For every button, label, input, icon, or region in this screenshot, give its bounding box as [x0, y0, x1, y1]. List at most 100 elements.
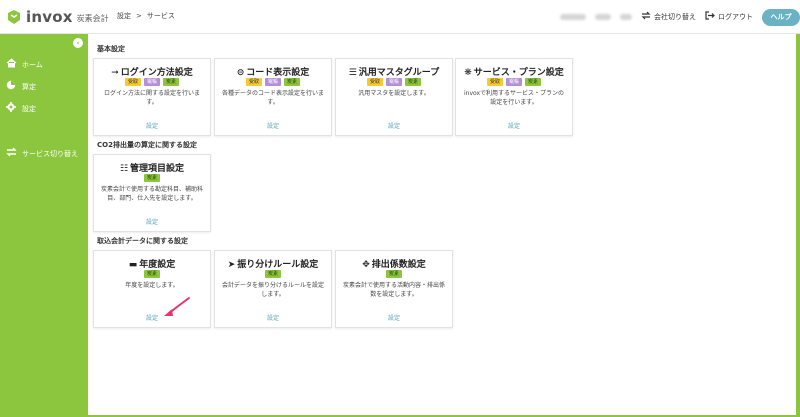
service-tags: 炭素 — [94, 174, 210, 182]
breadcrumb-separator: > — [136, 12, 142, 20]
service-tags: 炭素 — [336, 270, 452, 278]
card-settings-link[interactable]: 設定 — [94, 121, 210, 130]
grid-icon: ✥ — [362, 260, 370, 270]
card-emission-factor-settings[interactable]: ✥ 排出係数設定 炭素 炭素会計で使用する活動内容・排出係数を設定します。 設定 — [335, 250, 453, 328]
help-button[interactable]: ヘルプ — [762, 8, 800, 26]
card-code-display-settings[interactable]: ⊝ コード表示設定 受取 電帳 炭素 各種データのコード表示設定を行います。 設定 — [214, 58, 332, 136]
tag-carbon: 炭素 — [525, 78, 542, 86]
card-settings-link[interactable]: 設定 — [456, 121, 572, 130]
sidebar-item-calculation[interactable]: 算定 — [5, 80, 36, 93]
tag-receive: 受取 — [245, 78, 262, 86]
logo-text: invox — [26, 8, 73, 26]
tag-carbon: 炭素 — [385, 270, 402, 278]
logout-label: ログアウト — [718, 13, 753, 21]
sidebar-item-label: 算定 — [22, 82, 36, 91]
blurred-user-info — [620, 14, 632, 20]
tag-denchou: 電帳 — [143, 78, 160, 86]
card-description: invoxで利用するサービス・プランの設定を行います。 — [463, 90, 565, 106]
tag-carbon: 炭素 — [405, 78, 422, 86]
switch-company-link[interactable]: 会社切り替え — [641, 11, 696, 23]
logo-subtitle: 炭素会計 — [76, 14, 109, 23]
tag-denchou: 電帳 — [505, 78, 522, 86]
card-title: ❋ サービス・プラン設定 — [464, 68, 564, 78]
section-title-basic: 基本設定 — [97, 45, 125, 53]
breadcrumb-current: サービス — [146, 12, 175, 20]
gear-icon: ❋ — [464, 68, 472, 78]
tag-receive: 受取 — [124, 78, 141, 86]
logout-link[interactable]: ログアウト — [705, 11, 753, 23]
service-tags: 受取 電帳 炭素 — [94, 78, 210, 86]
sidebar: ‹ ホーム 算定 設定 サービス切り替え — [0, 34, 88, 417]
card-title: ▬ 年度設定 — [128, 260, 176, 270]
tag-receive: 受取 — [366, 78, 383, 86]
tag-denchou: 電帳 — [264, 78, 281, 86]
logo[interactable]: invox 炭素会計 — [6, 8, 109, 26]
service-tags: 受取 電帳 炭素 — [215, 78, 331, 86]
service-tags: 受取 電帳 炭素 — [336, 78, 452, 86]
card-settings-link[interactable]: 設定 — [94, 217, 210, 226]
sidebar-item-label: 設定 — [22, 104, 36, 113]
card-general-master-group[interactable]: ☰ 汎用マスタグループ 受取 電帳 炭素 汎用マスタを設定します。 設定 — [335, 58, 453, 136]
card-service-plan-settings[interactable]: ❋ サービス・プラン設定 受取 電帳 炭素 invoxで利用するサービス・プランの… — [455, 58, 573, 136]
sidebar-item-label: サービス切り替え — [22, 149, 78, 158]
tag-carbon: 炭素 — [163, 78, 180, 86]
tag-carbon: 炭素 — [143, 270, 160, 278]
card-description: 炭素会計で使用する勘定科目、補助科目、部門、仕入先を設定します。 — [100, 186, 203, 202]
card-management-item-settings[interactable]: ☷ 管理項目設定 炭素 炭素会計で使用する勘定科目、補助科目、部門、仕入先を設定し… — [93, 154, 211, 232]
card-title: ➤ 振り分けルール設定 — [227, 260, 319, 270]
tag-denchou: 電帳 — [385, 78, 402, 86]
sidebar-item-service-switch[interactable]: サービス切り替え — [5, 147, 78, 160]
list-icon: ☰ — [348, 68, 357, 78]
minus-circle-icon: ⊝ — [236, 68, 245, 78]
breadcrumb: 設定 > サービス — [117, 11, 175, 21]
sidebar-item-home[interactable]: ホーム — [5, 58, 43, 71]
branch-icon: ➤ — [227, 260, 236, 270]
switch-company-label: 会社切り替え — [654, 13, 696, 21]
card-settings-link[interactable]: 設定 — [336, 121, 452, 130]
logo-mark-icon — [6, 9, 22, 25]
card-title: ✥ 排出係数設定 — [362, 260, 426, 270]
card-title: ☰ 汎用マスタグループ — [348, 68, 440, 78]
card-title: ☷ 管理項目設定 — [119, 164, 185, 174]
card-settings-link[interactable]: 設定 — [215, 313, 331, 322]
tag-receive: 受取 — [486, 78, 503, 86]
card-title: ⊝ コード表示設定 — [236, 68, 310, 78]
top-header: invox 炭素会計 設定 > サービス 会社切り替え ログアウト ヘルプ — [0, 0, 800, 34]
login-icon: ➞ — [111, 68, 119, 78]
card-login-settings[interactable]: ➞ ログイン方法設定 受取 電帳 炭素 ログイン方法に関する設定を行います。 設定 — [93, 58, 211, 136]
service-tags: 炭素 — [215, 270, 331, 278]
section-title-accounting-data: 取込会計データに関する設定 — [97, 237, 188, 245]
card-title: ➞ ログイン方法設定 — [111, 68, 193, 78]
sidebar-collapse-button[interactable]: ‹ — [73, 38, 83, 48]
annotation-arrow — [164, 297, 190, 316]
switch-icon — [5, 147, 17, 160]
section-title-co2: CO2排出量の算定に関する設定 — [97, 141, 197, 149]
gear-icon — [5, 102, 17, 115]
tag-carbon: 炭素 — [284, 78, 301, 86]
header-actions: 会社切り替え ログアウト ヘルプ — [560, 0, 800, 34]
tag-carbon: 炭素 — [143, 174, 160, 182]
pie-chart-icon — [5, 80, 17, 93]
card-description: 各種データのコード表示設定を行います。 — [221, 90, 324, 106]
card-fiscal-year-settings[interactable]: ▬ 年度設定 炭素 年度を設定します。 設定 — [93, 250, 211, 328]
home-icon — [5, 58, 17, 71]
card-allocation-rule-settings[interactable]: ➤ 振り分けルール設定 炭素 会計データを振り分けるルールを設定します。 設定 — [214, 250, 332, 328]
main-panel: 基本設定 ➞ ログイン方法設定 受取 電帳 炭素 ログイン方法に関する設定を行いま… — [88, 34, 796, 415]
service-tags: 炭素 — [94, 270, 210, 278]
card-description: 炭素会計で使用する活動内容・排出係数を設定します。 — [342, 282, 445, 298]
logout-icon — [705, 11, 715, 23]
calendar-icon: ▬ — [128, 260, 138, 270]
sidebar-item-label: ホーム — [22, 60, 43, 69]
card-description: ログイン方法に関する設定を行います。 — [103, 90, 200, 106]
card-settings-link[interactable]: 設定 — [336, 313, 452, 322]
sidebar-item-settings[interactable]: 設定 — [5, 102, 36, 115]
service-tags: 受取 電帳 炭素 — [456, 78, 572, 86]
card-settings-link[interactable]: 設定 — [94, 313, 210, 322]
breadcrumb-settings[interactable]: 設定 — [117, 11, 131, 21]
sitemap-icon: ☷ — [119, 164, 129, 174]
switch-company-icon — [641, 11, 651, 23]
card-settings-link[interactable]: 設定 — [215, 121, 331, 130]
tag-carbon: 炭素 — [264, 270, 281, 278]
blurred-user-info — [595, 14, 611, 20]
card-description: 年度を設定します。 — [125, 282, 179, 289]
